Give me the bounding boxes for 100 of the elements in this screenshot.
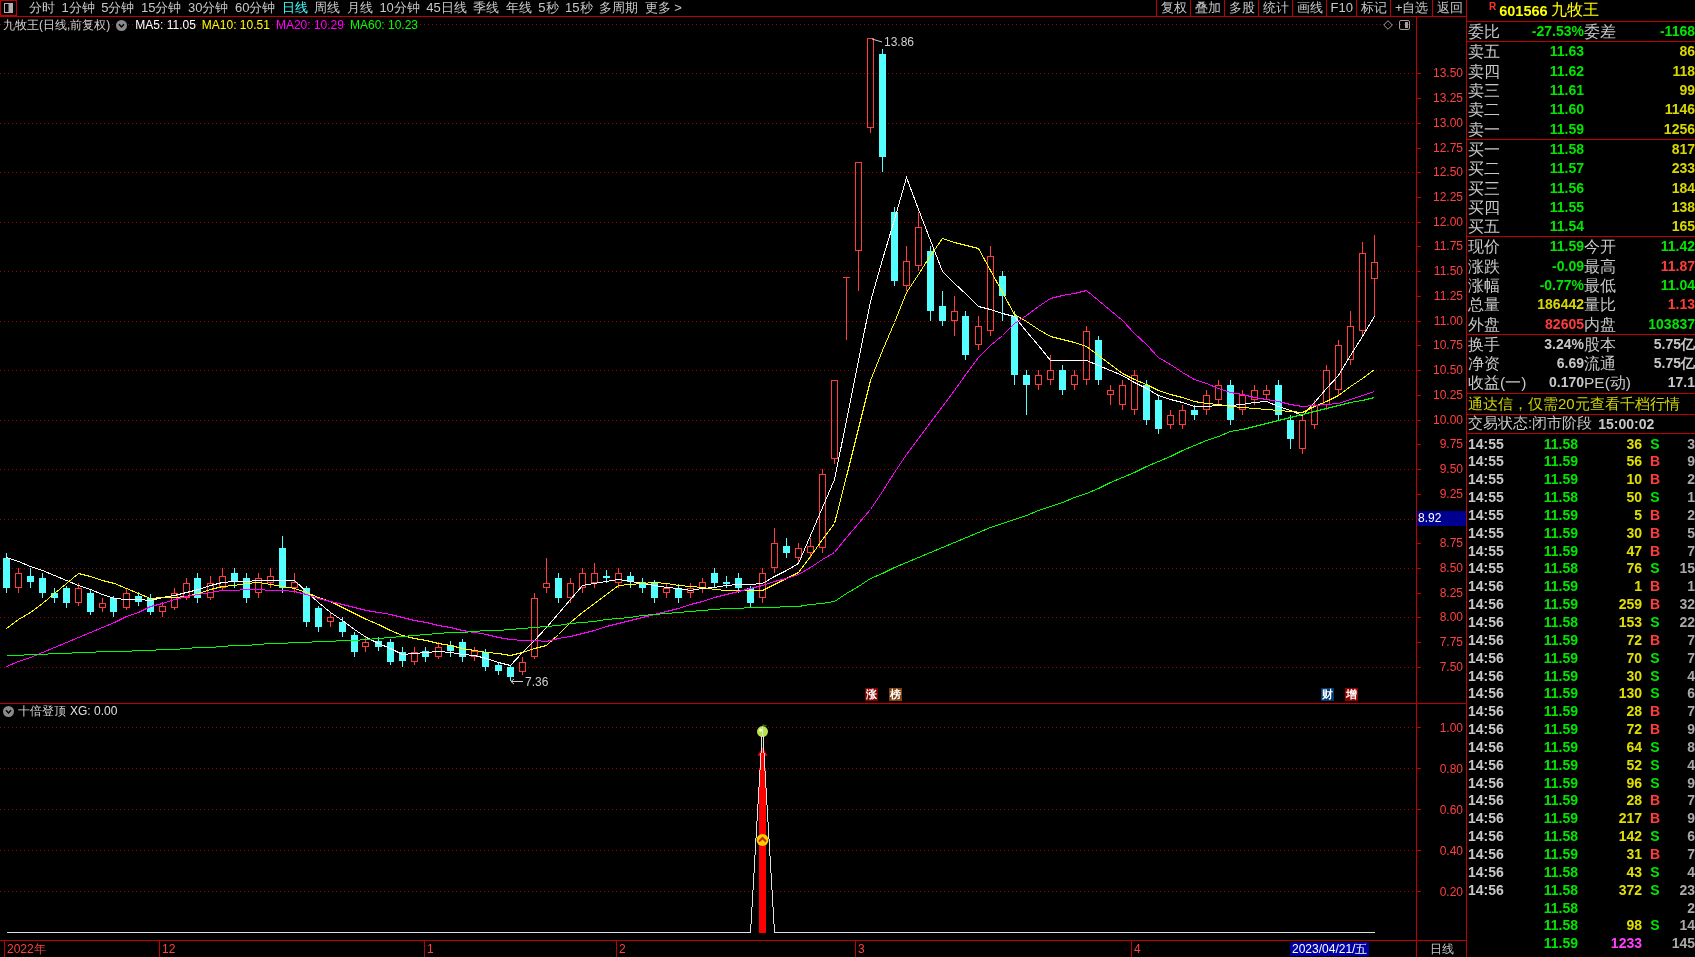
rising-candle (795, 542, 802, 564)
stock-name: 九牧王 (1550, 0, 1599, 20)
falling-candle (3, 552, 10, 594)
period-tab[interactable]: 年线 (505, 0, 532, 16)
axis-label: 13.00 (1432, 115, 1463, 130)
period-tab[interactable]: 更多 > (644, 0, 682, 16)
rising-candle (1083, 325, 1090, 386)
period-tab[interactable]: 1分钟 (61, 0, 95, 16)
tick-price: 11.58 (1542, 489, 1578, 506)
axis-label: 10.00 (1432, 412, 1463, 427)
tick-side: B (1648, 810, 1662, 827)
period-tab[interactable]: 30分钟 (187, 0, 229, 16)
event-tag[interactable]: 财 (1321, 688, 1334, 701)
toolbar-button[interactable]: 多股 (1224, 0, 1258, 16)
dropdown-icon[interactable] (116, 20, 128, 31)
axis-label: 10.50 (1432, 363, 1463, 378)
tick-time: 14:56 (1467, 881, 1505, 898)
tick-volume: 1 (1633, 578, 1642, 595)
tick-price: 11.59 (1542, 810, 1578, 827)
rising-candle (1047, 354, 1054, 386)
tick-volume: 1233 (1609, 935, 1642, 952)
toolbar-button[interactable]: 统计 (1258, 0, 1292, 16)
quote-label: 买五 (1468, 217, 1500, 237)
toolbar-button[interactable]: 复权 (1156, 0, 1190, 16)
quote-label: 内盘 (1584, 314, 1616, 334)
tick-time: 14:56 (1467, 721, 1505, 738)
tick-price: 11.59 (1542, 453, 1578, 470)
quote-label: 卖一 (1468, 119, 1500, 139)
diamond-icon[interactable] (1383, 20, 1393, 30)
tick-price: 11.59 (1542, 685, 1578, 702)
tick-volume: 5 (1633, 506, 1642, 523)
tick-side: S (1649, 649, 1661, 666)
quote-label: 最高 (1584, 256, 1616, 276)
quote-label: 卖二 (1468, 100, 1500, 120)
rising-candle (1311, 399, 1318, 430)
tick-count: 9 (1686, 774, 1695, 791)
quote-label: 卖五 (1468, 42, 1500, 62)
event-tag[interactable]: 榜 (889, 688, 902, 701)
falling-candle (1191, 404, 1198, 421)
period-tab[interactable]: 周线 (314, 0, 341, 16)
quote-value: 11.57 (1549, 159, 1584, 179)
period-tab[interactable]: 15分钟 (140, 0, 182, 16)
chart-title: 九牧王(日线,前复权) (3, 18, 111, 33)
rising-candle (1215, 379, 1222, 406)
tick-price: 11.59 (1542, 756, 1578, 773)
event-tag[interactable]: 增 (1345, 688, 1358, 701)
tick-time: 14:55 (1467, 542, 1505, 559)
tick-volume: 259 (1617, 596, 1642, 613)
tick-count: 32 (1678, 596, 1695, 613)
period-tab[interactable]: 月线 (346, 0, 373, 16)
period-tab[interactable]: 45日线 (426, 0, 467, 16)
period-tab[interactable]: 60分钟 (234, 0, 276, 16)
quote-value: 103837 (1648, 314, 1695, 334)
period-tab[interactable]: 季线 (473, 0, 500, 16)
panel-icon[interactable] (1399, 20, 1410, 30)
quote-value: 11.58 (1549, 139, 1584, 159)
tick-count: 6 (1686, 685, 1695, 702)
tick-time: 14:56 (1467, 738, 1505, 755)
quote-value: -0.77% (1539, 276, 1584, 295)
tick-side: B (1648, 578, 1662, 595)
ma-value: : 11.05 (160, 18, 196, 33)
quote-label: 卖四 (1468, 61, 1500, 81)
dropdown-icon[interactable] (3, 705, 14, 717)
leader-line (871, 38, 883, 43)
tick-side: S (1649, 614, 1661, 630)
period-tab[interactable]: 5分钟 (101, 0, 135, 16)
axis-label: 8.25 (1439, 585, 1463, 600)
tick-price: 11.59 (1542, 542, 1578, 559)
event-tag[interactable]: 涨 (865, 688, 878, 701)
tick-volume: 28 (1625, 792, 1642, 809)
panel-icon[interactable] (0, 0, 17, 16)
period-tab[interactable]: 15秒 (565, 0, 593, 16)
quote-label: 涨跌 (1468, 256, 1500, 276)
quote-value: 1.13 (1667, 295, 1695, 315)
quote-value: 0.170 (1548, 373, 1584, 393)
axis-label: 8.50 (1439, 560, 1463, 575)
quote-label: 今开 (1584, 237, 1616, 257)
period-tab[interactable]: 10分钟 (379, 0, 420, 16)
period-tab[interactable]: 5秒 (538, 0, 559, 16)
tick-count: 7 (1686, 792, 1695, 809)
promo-link[interactable]: 通达信，仅需20元查看千档行情 (1467, 393, 1695, 415)
period-tab[interactable]: 分时 (29, 0, 55, 16)
toolbar-button[interactable]: 画线 (1292, 0, 1326, 16)
quote-value: 118 (1672, 61, 1695, 81)
tick-time: 14:56 (1467, 792, 1505, 809)
quote-value: 1256 (1663, 119, 1695, 139)
rising-candle (591, 562, 598, 589)
tick-count: 9 (1686, 810, 1695, 827)
trade-status: 交易状态:闭市阶段 (1468, 414, 1593, 434)
quote-value: 5.75亿 (1653, 334, 1695, 354)
axis-label: 12.25 (1432, 190, 1463, 205)
period-tab[interactable]: 日线 (281, 0, 308, 16)
quote-value: 11.62 (1549, 61, 1584, 81)
period-tab[interactable]: 多周期 (599, 0, 638, 16)
tick-price: 11.59 (1542, 667, 1578, 684)
rising-candle (1323, 364, 1330, 411)
tick-side: S (1649, 917, 1661, 934)
axis-label: 12.75 (1432, 140, 1463, 155)
rising-candle (1119, 379, 1126, 411)
falling-candle (399, 646, 406, 668)
